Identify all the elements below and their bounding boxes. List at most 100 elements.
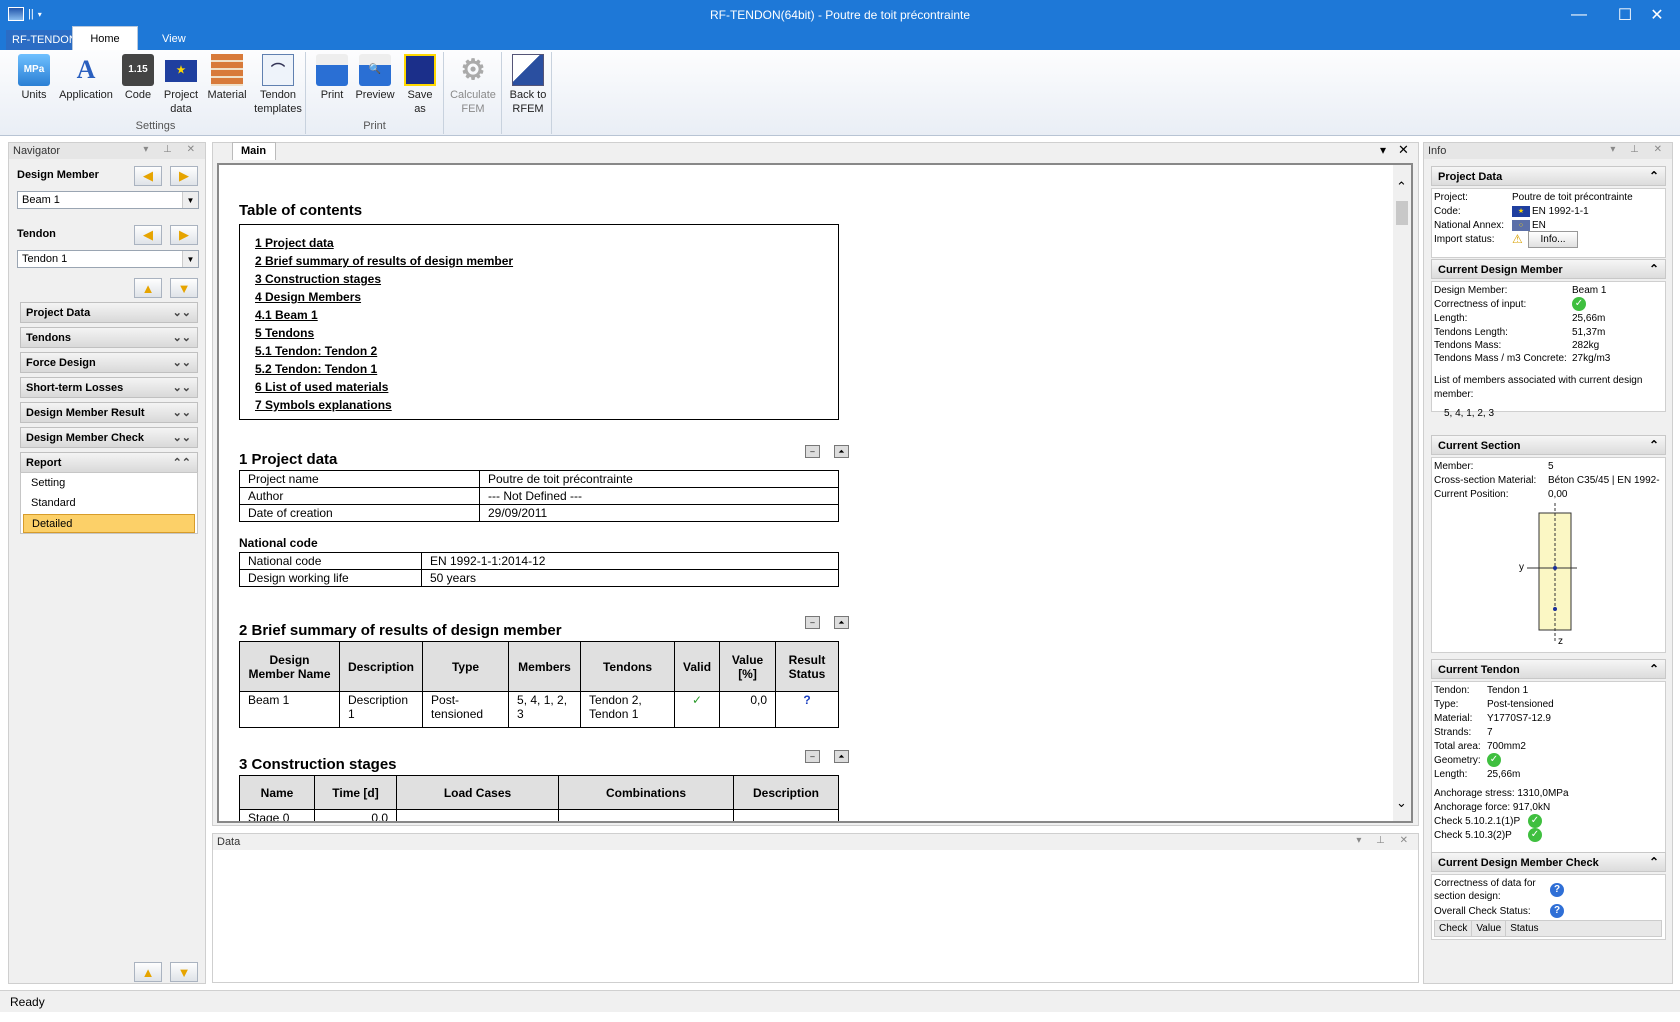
- panel-controls-icon[interactable]: ▾ ⊥ ✕: [1610, 144, 1668, 155]
- info-section-current-section[interactable]: Current Section ⌃: [1431, 435, 1666, 455]
- double-chevron-down-icon: ⌄⌄: [172, 382, 191, 394]
- tendon-templates-button[interactable]: ⌒ Tendon templates: [252, 54, 304, 116]
- info-key: Code:: [1434, 206, 1461, 217]
- move-top-icon[interactable]: ⏶: [834, 616, 849, 629]
- collapse-icon[interactable]: –: [805, 616, 820, 629]
- info-key: Type:: [1434, 699, 1459, 710]
- info-key: Design Member:: [1434, 285, 1508, 296]
- nav-section-label: Short-term Losses: [26, 382, 124, 394]
- code-icon: 1.15: [122, 54, 154, 86]
- move-up-button[interactable]: ▲: [134, 278, 162, 298]
- print-button[interactable]: Print: [312, 54, 352, 102]
- tab-menu-icon[interactable]: ▾: [1380, 143, 1386, 157]
- current-tendon-box: Tendon: Tendon 1 Type: Post-tensioned Ma…: [1431, 681, 1666, 853]
- minimize-button[interactable]: —: [1556, 0, 1602, 30]
- material-button[interactable]: Material: [204, 54, 250, 102]
- back-to-rfem-button[interactable]: Back to RFEM: [506, 54, 550, 116]
- move-top-icon[interactable]: ⏶: [834, 750, 849, 763]
- next-tendon-button[interactable]: ▶: [170, 225, 198, 245]
- code-button[interactable]: 1.15 Code: [118, 54, 158, 102]
- tab-home[interactable]: Home: [72, 26, 138, 50]
- print-group: Print 🔍 Preview Save as Print: [306, 52, 444, 134]
- close-button[interactable]: ✕: [1634, 0, 1680, 30]
- report-item-detailed[interactable]: Detailed: [23, 514, 195, 533]
- close-tab-icon[interactable]: ✕: [1398, 142, 1409, 158]
- preview-button[interactable]: 🔍 Preview: [352, 54, 398, 102]
- help-question-icon[interactable]: ?: [1550, 904, 1564, 918]
- panel-controls-icon[interactable]: ▾ ⊥ ✕: [143, 144, 201, 155]
- application-button[interactable]: A Application: [56, 54, 116, 102]
- toc-link[interactable]: 5.2 Tendon: Tendon 1: [255, 362, 377, 376]
- nav-section-report[interactable]: Report ⌃⌃: [20, 452, 198, 473]
- collapse-icon[interactable]: –: [805, 445, 820, 458]
- column-header[interactable]: Value: [1472, 921, 1507, 936]
- info-section-title: Current Design Member Check: [1438, 857, 1599, 869]
- vertical-scrollbar[interactable]: ⌃ ⌄: [1393, 165, 1411, 821]
- table-row: Project name Poutre de toit précontrainte: [239, 470, 839, 488]
- toc-link[interactable]: 5.1 Tendon: Tendon 2: [255, 344, 377, 358]
- save-as-button[interactable]: Save as: [400, 54, 440, 116]
- next-member-button[interactable]: ▶: [170, 166, 198, 186]
- column-header[interactable]: Status: [1506, 921, 1542, 936]
- design-member-combo[interactable]: Beam 1 ▼: [17, 191, 199, 209]
- section-1-icons: – ⏶: [805, 445, 849, 458]
- info-key: National Annex:: [1434, 220, 1505, 231]
- nav-down-button[interactable]: ▼: [170, 962, 198, 982]
- scroll-down-icon[interactable]: ⌄: [1396, 795, 1407, 811]
- info-section-project-data[interactable]: Project Data ⌃: [1431, 166, 1666, 186]
- project-data-table: Project name Poutre de toit précontrainte…: [239, 470, 839, 522]
- tab-main[interactable]: Main: [232, 142, 276, 160]
- help-question-icon[interactable]: ?: [1550, 883, 1564, 897]
- navigator-panel: Navigator ▾ ⊥ ✕: [8, 142, 206, 984]
- double-chevron-up-icon: ⌃: [1648, 855, 1659, 869]
- project-data-button[interactable]: ★ Project data: [158, 54, 204, 116]
- report-item-setting[interactable]: Setting: [23, 474, 195, 493]
- info-value: EN: [1532, 220, 1546, 232]
- info-section-current-tendon[interactable]: Current Tendon ⌃: [1431, 659, 1666, 679]
- info-key: Anchorage force: 917,0kN: [1434, 802, 1551, 813]
- nav-section-project-data[interactable]: Project Data ⌄⌄: [20, 302, 198, 323]
- toc-link[interactable]: 4 Design Members: [255, 290, 361, 304]
- scroll-thumb[interactable]: [1396, 201, 1408, 225]
- tendon-combo[interactable]: Tendon 1 ▼: [17, 250, 199, 268]
- toc-link[interactable]: 4.1 Beam 1: [255, 308, 318, 322]
- prev-member-button[interactable]: ◀: [134, 166, 162, 186]
- report-item-standard[interactable]: Standard: [23, 494, 195, 513]
- units-button[interactable]: MPa Units: [14, 54, 54, 102]
- chevron-down-icon[interactable]: ▼: [182, 251, 198, 267]
- nav-section-force-design[interactable]: Force Design ⌄⌄: [20, 352, 198, 373]
- nav-section-tendons[interactable]: Tendons ⌄⌄: [20, 327, 198, 348]
- nav-section-design-member-check[interactable]: Design Member Check ⌄⌄: [20, 427, 198, 448]
- info-section-design-member[interactable]: Current Design Member ⌃: [1431, 259, 1666, 279]
- column-header[interactable]: Check: [1435, 921, 1473, 936]
- info-section-design-member-check[interactable]: Current Design Member Check ⌃: [1431, 852, 1666, 872]
- info-value: EN 1992-1-1: [1532, 206, 1589, 218]
- toc-link[interactable]: 6 List of used materials: [255, 380, 388, 394]
- panel-controls-icon[interactable]: ▾ ⊥ ✕: [1356, 835, 1414, 846]
- nav-up-button[interactable]: ▲: [134, 962, 162, 982]
- toc-link[interactable]: 1 Project data: [255, 236, 334, 250]
- nav-section-short-term-losses[interactable]: Short-term Losses ⌄⌄: [20, 377, 198, 398]
- data-panel: Data ▾ ⊥ ✕: [212, 833, 1419, 983]
- nav-section-label: Force Design: [26, 357, 96, 369]
- info-button[interactable]: Info...: [1528, 231, 1578, 248]
- calculate-fem-button[interactable]: ⚙ Calculate FEM: [448, 54, 498, 116]
- move-top-icon[interactable]: ⏶: [834, 445, 849, 458]
- chevron-down-icon[interactable]: ▼: [182, 192, 198, 208]
- collapse-icon[interactable]: –: [805, 750, 820, 763]
- toc-box: 1 Project data 2 Brief summary of result…: [239, 224, 839, 420]
- table-row: National code EN 1992-1-1:2014-12: [239, 552, 839, 570]
- scroll-up-icon[interactable]: ⌃: [1396, 179, 1407, 195]
- move-down-button[interactable]: ▼: [170, 278, 198, 298]
- toc-link[interactable]: 5 Tendons: [255, 326, 314, 340]
- toc-link[interactable]: 2 Brief summary of results of design mem…: [255, 254, 513, 268]
- status-bar: Ready: [0, 990, 1680, 1012]
- nav-section-design-member-result[interactable]: Design Member Result ⌄⌄: [20, 402, 198, 423]
- prev-tendon-button[interactable]: ◀: [134, 225, 162, 245]
- tab-view[interactable]: View: [152, 30, 196, 50]
- info-value: Y1770S7-12.9: [1487, 713, 1551, 724]
- info-value: Poutre de toit précontrainte: [1512, 192, 1633, 203]
- toc-link[interactable]: 7 Symbols explanations: [255, 398, 392, 412]
- toc-link[interactable]: 3 Construction stages: [255, 272, 381, 286]
- annex-flag-icon: ○: [1512, 220, 1530, 231]
